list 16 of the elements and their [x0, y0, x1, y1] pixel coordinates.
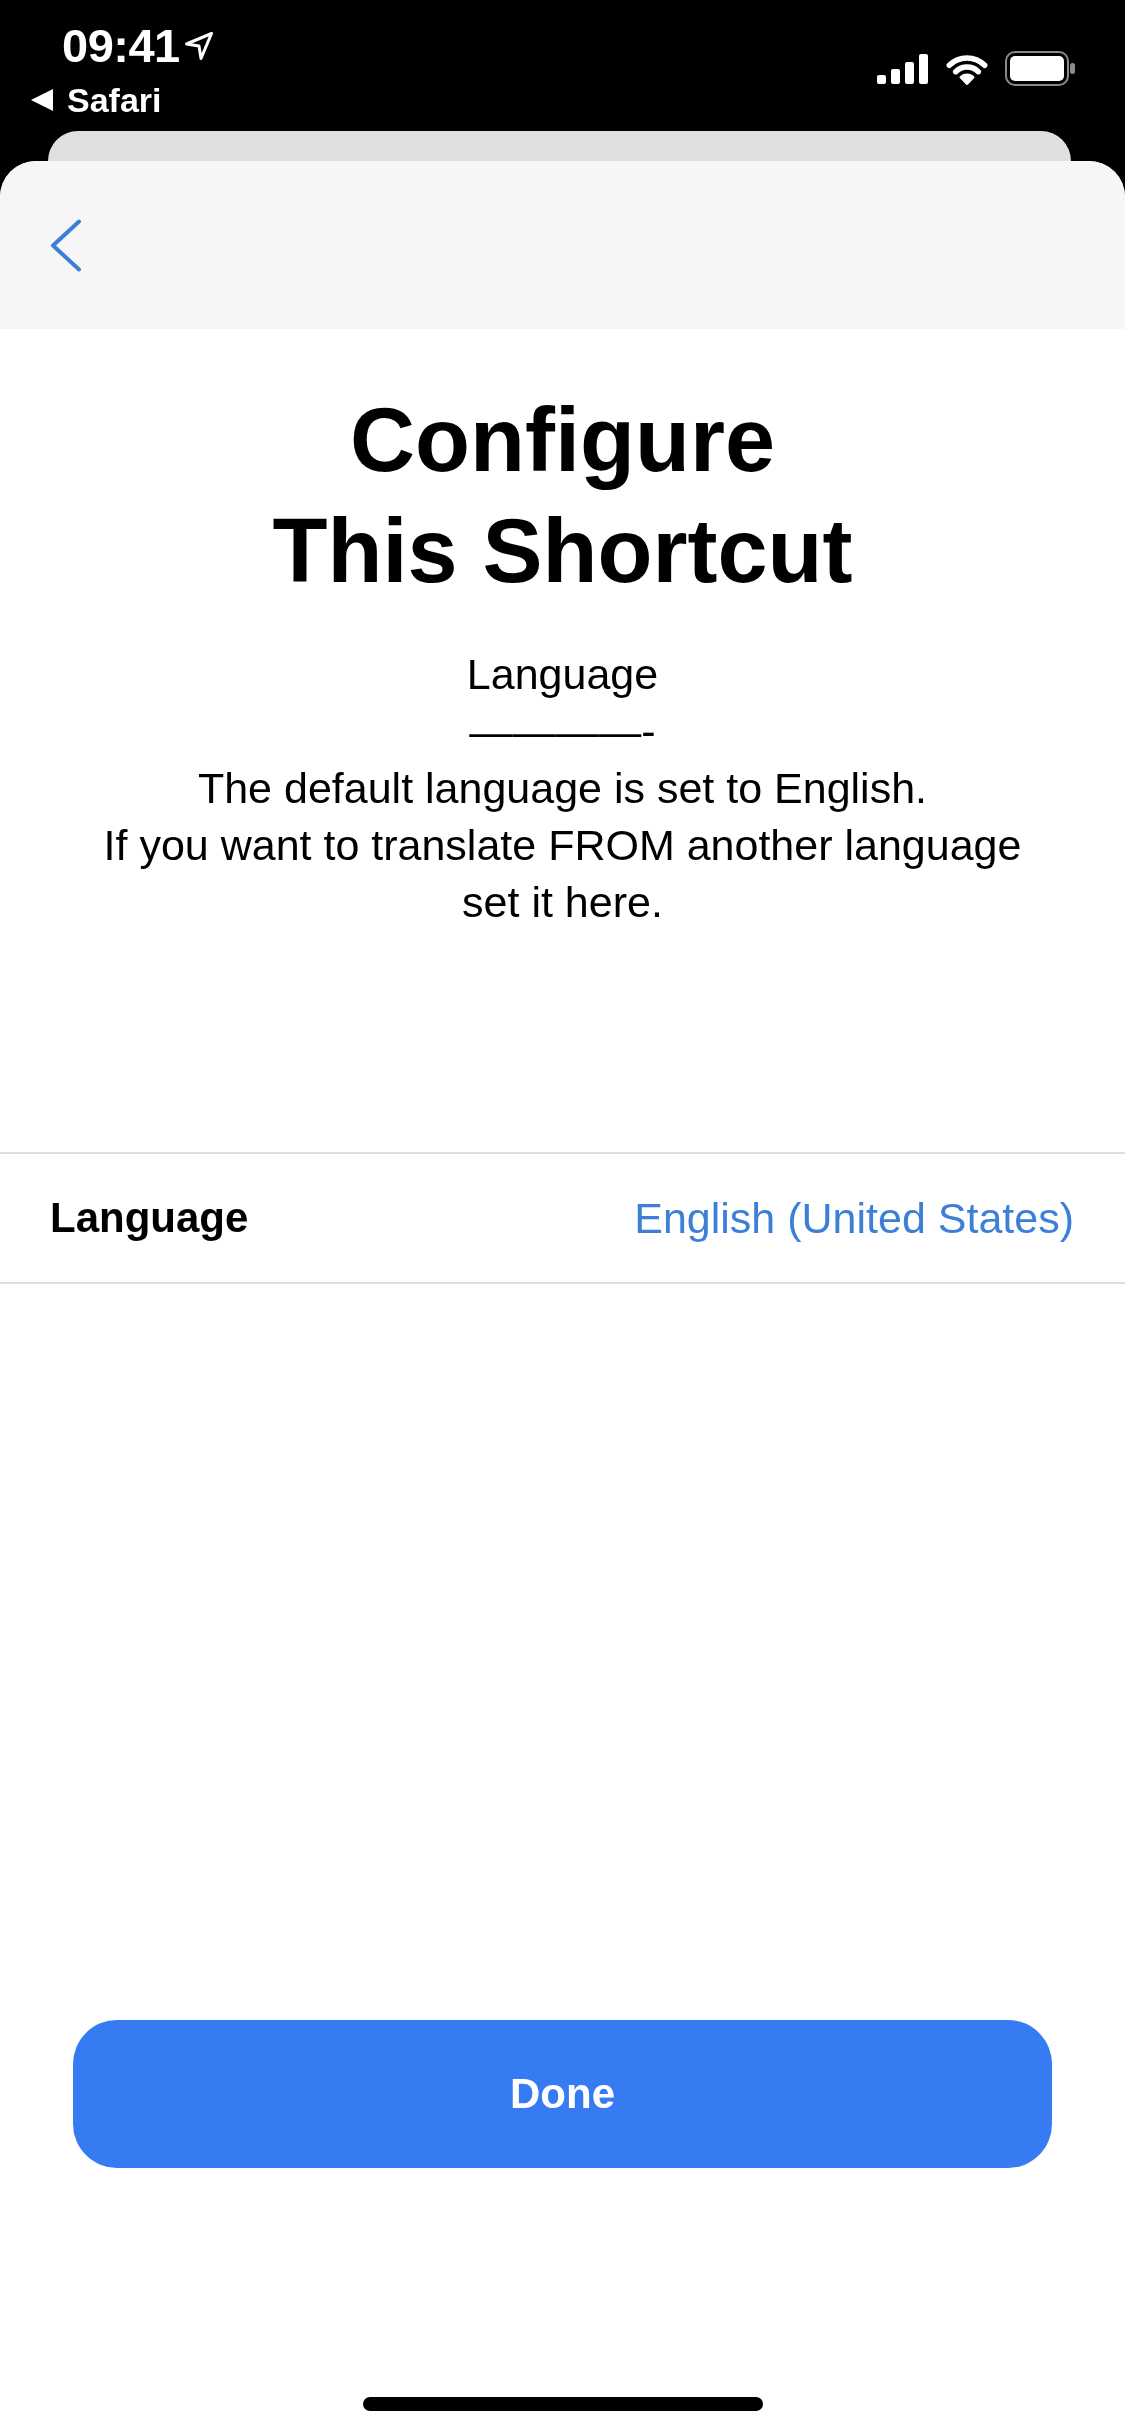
prompt-description: The default language is set to English. If you want to translate FROM another language set it here. [103, 763, 1022, 928]
triangle-left-icon [31, 89, 53, 111]
back-to-app-link[interactable]: Safari [31, 80, 214, 120]
back-button[interactable] [50, 218, 82, 272]
location-arrow-icon [183, 31, 214, 61]
row-value: English (United States) [634, 1193, 1074, 1243]
status-time: 09:41 [62, 21, 180, 71]
done-button[interactable]: Done [73, 2020, 1052, 2168]
prompt-separator: ————- [469, 706, 656, 757]
battery-icon [1005, 51, 1076, 86]
page-title: Configure This Shortcut [271, 389, 854, 603]
chevron-left-icon [50, 218, 82, 272]
prompt-heading: Language [466, 649, 659, 700]
signal-icon [877, 53, 929, 84]
row-label: Language [50, 1194, 249, 1242]
language-row[interactable]: Language English (United States) [0, 1152, 1125, 1284]
